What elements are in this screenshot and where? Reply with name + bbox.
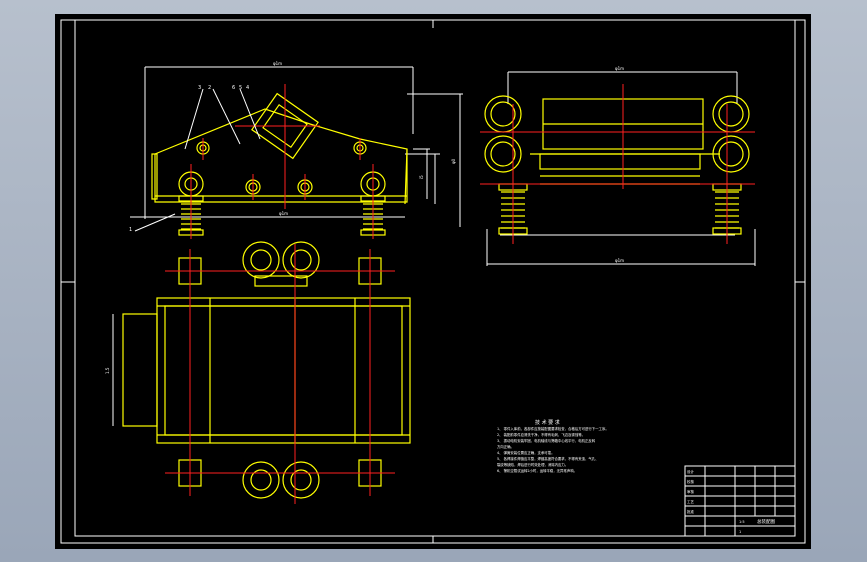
- tb-sheet: 1: [739, 530, 741, 534]
- drawing-sheet: φ1m φ0 i5 φ1m 3 2 6 5 4 1 φ1m φ1m 1.5 技 …: [55, 14, 811, 549]
- callout-5: 5: [239, 85, 242, 91]
- plan-view: 1.5: [105, 241, 411, 504]
- tb-row-2: 校核: [687, 479, 695, 484]
- callout-4: 4: [246, 85, 249, 91]
- cad-drawing: φ1m φ0 i5 φ1m 3 2 6 5 4 1 φ1m φ1m 1.5 技 …: [60, 19, 806, 544]
- side-view: φ1m φ1m: [480, 66, 756, 266]
- front-view: φ1m φ0 i5 φ1m 3 2 6 5 4 1: [129, 61, 463, 239]
- technical-notes: 技 术 要 求 1、 零件入库前，各部件应按装配图要求检查，合格后方可进行下一工…: [497, 419, 609, 473]
- dim-front-height: φ0: [451, 158, 456, 164]
- note-line-1: 1、 零件入库前，各部件应按装配图要求检查，合格后方可进行下一工序。: [497, 426, 609, 431]
- note-line-2: 2、 装配前零件应清洗干净，不得有毛刺、飞边及锈蚀等。: [497, 432, 585, 437]
- note-line-5: 4、 弹簧安装位置应正确，支承可靠。: [497, 450, 554, 455]
- dim-plan-left: 1.5: [105, 367, 110, 374]
- dim-front-width: φ1m: [273, 61, 282, 66]
- callout-3: 3: [198, 85, 201, 91]
- tb-drawing-name: 总装配图: [757, 518, 775, 525]
- inner-frame: [74, 19, 796, 537]
- dim-side-top: φ1m: [615, 66, 624, 71]
- tb-row-3: 审核: [687, 489, 695, 494]
- dim-front-base: φ1m: [279, 211, 288, 216]
- tb-scale: 1:5: [739, 520, 745, 524]
- callout-1: 1: [129, 227, 132, 233]
- tb-row-4: 工艺: [687, 499, 695, 504]
- note-line-8: 6、 筛机空载试运转2小时，运转平稳，无异常声响。: [497, 468, 577, 473]
- tb-row-1: 设计: [687, 469, 695, 474]
- dim-side-bottom: φ1m: [615, 258, 624, 263]
- note-line-7: 裂纹等缺陷，焊后进行时效处理，消除内应力。: [497, 462, 568, 467]
- note-line-3: 3、 振动电机安装牢固，电机轴线与筛箱中心线平行，电机正反转: [497, 438, 596, 443]
- notes-title: 技 术 要 求: [535, 419, 560, 426]
- title-block: 设计 校核 审核 工艺 批准 总装配图 1:5 1: [684, 465, 796, 537]
- callout-2: 2: [208, 85, 211, 91]
- note-line-4: 方向正确。: [497, 444, 514, 449]
- dim-front-small: i5: [419, 175, 424, 179]
- callout-6: 6: [232, 85, 235, 91]
- note-line-6: 5、 各焊接件焊缝应平整，焊缝高度符合要求，不得有夹渣、气孔、: [497, 456, 599, 461]
- tb-row-5: 批准: [687, 509, 695, 514]
